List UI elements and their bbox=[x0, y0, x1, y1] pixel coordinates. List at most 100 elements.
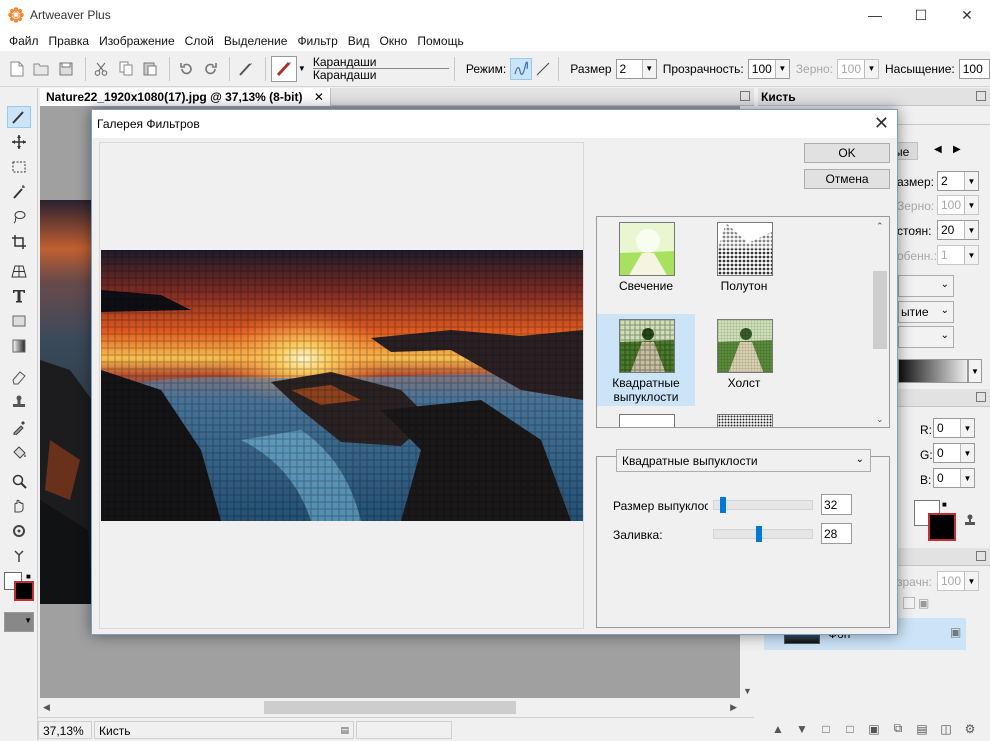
green-channel-field[interactable]: 0 ▼ bbox=[933, 443, 975, 463]
brush-tool-icon[interactable] bbox=[235, 58, 257, 80]
lock-transparency-checkbox[interactable] bbox=[903, 597, 915, 609]
brush-grain-field[interactable]: 100 ▼ bbox=[937, 195, 979, 215]
horizontal-scrollbar[interactable]: ◀ ▶ bbox=[40, 698, 740, 717]
scroll-left-icon[interactable]: ◀ bbox=[43, 702, 50, 713]
layer-opacity-field[interactable]: 100 ▼ bbox=[937, 571, 979, 591]
magic-wand-tool[interactable] bbox=[7, 181, 31, 203]
brush-preset-selector[interactable]: ▼ Карандаши Карандаши bbox=[270, 55, 449, 82]
move-layer-down-icon[interactable]: ▼ bbox=[790, 722, 814, 736]
lasso-tool[interactable] bbox=[7, 206, 31, 228]
pin-icon[interactable] bbox=[976, 91, 986, 101]
bump-size-value[interactable]: 32 bbox=[821, 494, 852, 515]
redo-icon[interactable] bbox=[200, 58, 222, 80]
perspective-tool[interactable] bbox=[7, 260, 31, 282]
document-tab[interactable]: Nature22_1920x1080(17).jpg @ 37,13% (8-b… bbox=[40, 88, 331, 106]
eyedropper-tool[interactable] bbox=[7, 416, 31, 438]
menu-view[interactable]: Вид bbox=[343, 34, 375, 48]
chevron-down-icon[interactable]: ▼ bbox=[960, 419, 974, 437]
blue-channel-field[interactable]: 0 ▼ bbox=[933, 468, 975, 488]
filter-item-next[interactable] bbox=[597, 411, 695, 427]
menu-help[interactable]: Помощь bbox=[412, 34, 468, 48]
brush-blend-dropdown[interactable]: ытие ⌄ bbox=[898, 301, 954, 323]
shape-tool[interactable] bbox=[7, 310, 31, 332]
fill-slider[interactable] bbox=[713, 526, 813, 542]
line-mode-icon[interactable] bbox=[532, 58, 554, 80]
text-tool[interactable] bbox=[7, 285, 31, 307]
gradient-tool[interactable] bbox=[7, 335, 31, 357]
pin-icon[interactable] bbox=[740, 91, 750, 101]
open-folder-icon[interactable] bbox=[31, 58, 53, 80]
copy-icon[interactable] bbox=[115, 58, 137, 80]
close-icon[interactable]: ✕ bbox=[314, 90, 324, 104]
brush-spacing-field[interactable]: 20 ▼ bbox=[937, 220, 979, 240]
new-file-icon[interactable] bbox=[6, 58, 28, 80]
filter-list-scroll-thumb[interactable] bbox=[873, 271, 887, 349]
filter-item-square-bumps[interactable]: Квадратные выпуклости bbox=[597, 314, 695, 406]
chevron-down-icon[interactable]: ▼ bbox=[968, 359, 982, 383]
filter-item-next-2[interactable] bbox=[695, 411, 793, 427]
ok-button[interactable]: OK bbox=[804, 143, 890, 163]
chevron-down-icon[interactable]: ▼ bbox=[964, 172, 978, 190]
bump-size-slider-knob[interactable] bbox=[720, 497, 726, 513]
tab-prev-icon[interactable]: ◀ bbox=[934, 144, 942, 155]
move-tool[interactable] bbox=[7, 131, 31, 153]
hand-tool[interactable] bbox=[7, 495, 31, 517]
zoom-tool[interactable] bbox=[7, 470, 31, 492]
brush-size-field[interactable]: 2 ▼ bbox=[937, 171, 979, 191]
filter-list[interactable]: Свечение Полутон Квадратные выпуклости Х… bbox=[596, 216, 890, 428]
chevron-down-icon[interactable]: ▼ bbox=[24, 616, 32, 625]
scroll-up-icon[interactable]: ⌃ bbox=[876, 221, 884, 232]
filter-item-canvas[interactable]: Холст bbox=[695, 314, 793, 406]
grain-field[interactable]: 100 ▼ bbox=[837, 58, 879, 79]
menu-filter[interactable]: Фильтр bbox=[292, 34, 342, 48]
stamp-tool[interactable] bbox=[7, 391, 31, 413]
brush-option-dropdown[interactable]: ⌄ bbox=[898, 326, 954, 348]
chevron-down-icon[interactable]: ▼ bbox=[960, 444, 974, 462]
scroll-down-icon[interactable]: ⌄ bbox=[876, 414, 884, 425]
brush-type-dropdown[interactable]: ⌄ bbox=[898, 275, 954, 297]
gradient-preview[interactable] bbox=[898, 359, 968, 383]
crop-tool[interactable] bbox=[7, 231, 31, 253]
filter-list-scrollbar[interactable]: ⌃ ⌄ bbox=[872, 217, 889, 427]
stamp-icon[interactable] bbox=[963, 513, 977, 530]
filter-item-glow[interactable]: Свечение bbox=[597, 217, 695, 309]
foreground-color-swatch[interactable] bbox=[14, 581, 34, 601]
chevron-down-icon[interactable]: ▼ bbox=[960, 469, 974, 487]
chevron-down-icon[interactable]: ▼ bbox=[864, 59, 878, 78]
menu-file[interactable]: Файл bbox=[4, 34, 44, 48]
chevron-down-icon[interactable]: ▼ bbox=[774, 59, 789, 78]
saturation-field[interactable]: 100 bbox=[958, 58, 990, 79]
eraser-tool[interactable] bbox=[7, 366, 31, 388]
delete-layer-icon[interactable]: ◫ bbox=[934, 722, 958, 736]
menu-layer[interactable]: Слой bbox=[180, 34, 219, 48]
pin-icon[interactable] bbox=[976, 392, 986, 402]
fill-value[interactable]: 28 bbox=[821, 523, 852, 544]
brush-tool[interactable] bbox=[7, 106, 31, 128]
chevron-down-icon[interactable]: ▼ bbox=[964, 196, 978, 214]
paste-icon[interactable] bbox=[140, 58, 162, 80]
swap-colors-icon[interactable]: ■ bbox=[26, 572, 31, 581]
filter-preview[interactable] bbox=[99, 142, 584, 629]
fill-slider-knob[interactable] bbox=[756, 526, 762, 542]
filter-item-halftone[interactable]: Полутон bbox=[695, 217, 793, 309]
scroll-down-icon[interactable]: ▼ bbox=[743, 686, 752, 696]
menu-window[interactable]: Окно bbox=[374, 34, 412, 48]
close-window-button[interactable]: ✕ bbox=[944, 0, 990, 30]
scroll-right-icon[interactable]: ▶ bbox=[730, 702, 737, 713]
dialog-close-icon[interactable]: ✕ bbox=[874, 113, 889, 134]
brush-smooth-field[interactable]: 1 ▼ bbox=[937, 245, 979, 265]
cut-icon[interactable] bbox=[91, 58, 113, 80]
filter-type-dropdown[interactable]: Квадратные выпуклости ⌄ bbox=[616, 449, 871, 472]
smudge-tool[interactable] bbox=[7, 545, 31, 567]
menu-select[interactable]: Выделение bbox=[219, 34, 293, 48]
maximize-button[interactable]: ☐ bbox=[898, 0, 944, 30]
horizontal-scroll-thumb[interactable] bbox=[264, 701, 516, 714]
cancel-button[interactable]: Отмена bbox=[804, 169, 890, 189]
layer-mask-icon[interactable]: ▣ bbox=[862, 722, 886, 736]
opacity-field[interactable]: 100 ▼ bbox=[747, 58, 790, 79]
merge-layer-icon[interactable]: ▤ bbox=[910, 722, 934, 736]
chevron-down-icon[interactable]: ▼ bbox=[964, 246, 978, 264]
fill-tool[interactable] bbox=[7, 441, 31, 463]
menu-image[interactable]: Изображение bbox=[94, 34, 180, 48]
layer-settings-gear-icon[interactable]: ⚙ bbox=[958, 722, 982, 736]
